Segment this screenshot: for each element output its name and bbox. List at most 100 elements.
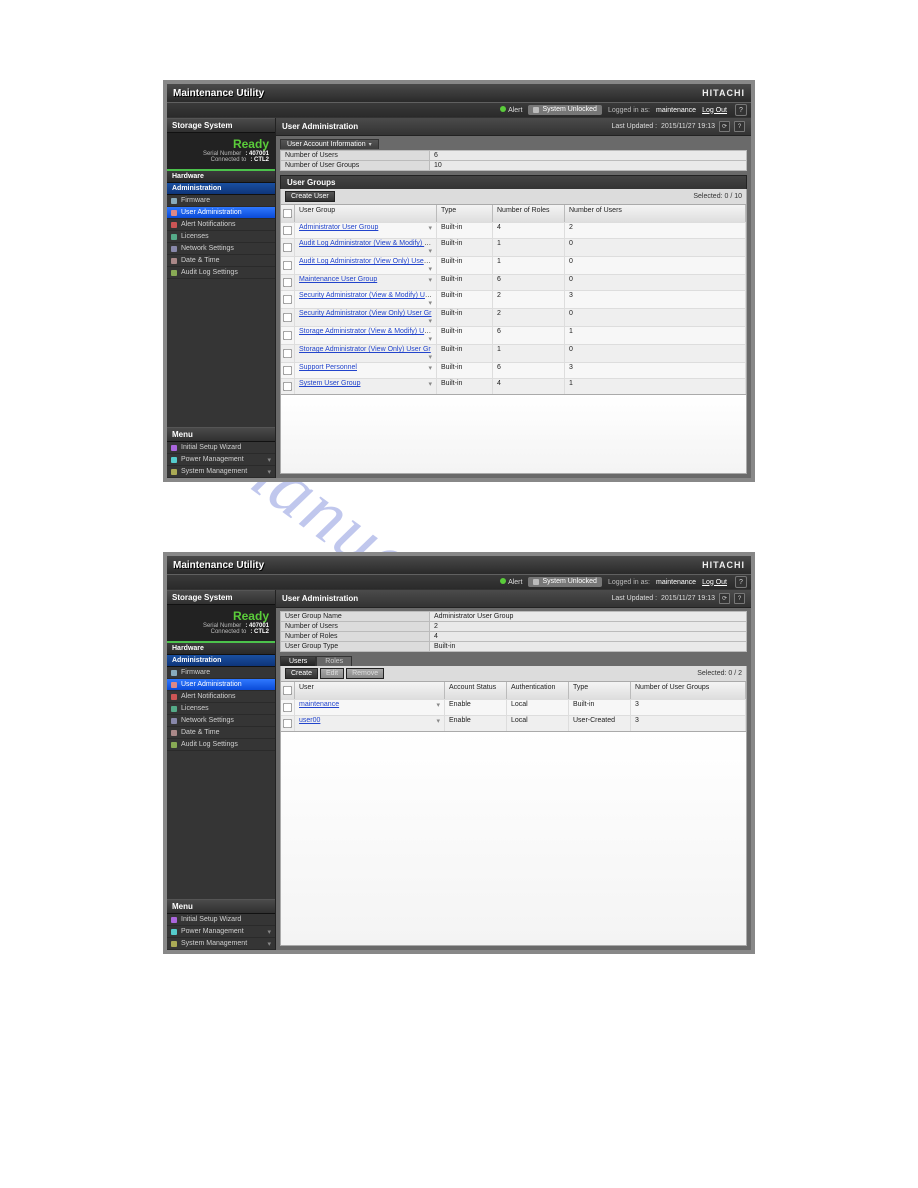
- logout-link[interactable]: Log Out: [702, 107, 727, 114]
- sidebar-item-user-administration[interactable]: User Administration: [167, 679, 275, 691]
- sidebar-item-network-settings[interactable]: Network Settings: [167, 715, 275, 727]
- table-row[interactable]: maintenance▾EnableLocalBuilt-in3: [281, 699, 746, 715]
- col-authentication[interactable]: Authentication: [507, 682, 569, 699]
- sidebar-item-audit-log-settings[interactable]: Audit Log Settings: [167, 739, 275, 751]
- row-checkbox[interactable]: [283, 261, 292, 270]
- row-menu-icon[interactable]: ▾: [428, 317, 432, 325]
- sidebar-item-alert-notifications[interactable]: Alert Notifications: [167, 219, 275, 231]
- sidebar-item-firmware[interactable]: Firmware: [167, 667, 275, 679]
- row-menu-icon[interactable]: ▾: [428, 380, 432, 388]
- row-menu-icon[interactable]: ▾: [428, 353, 432, 361]
- select-all-checkbox[interactable]: [283, 686, 292, 695]
- table-row[interactable]: System User Group▾Built-in41: [281, 378, 746, 394]
- col-type[interactable]: Type: [569, 682, 631, 699]
- user-group-link[interactable]: Security Administrator (View & Modify) U…: [299, 292, 435, 299]
- table-row[interactable]: Storage Administrator (View Only) User G…: [281, 344, 746, 362]
- col-roles[interactable]: Number of Roles: [493, 205, 565, 222]
- sidebar-item-alert-notifications[interactable]: Alert Notifications: [167, 691, 275, 703]
- sidebar-item-initial-setup-wizard[interactable]: Initial Setup Wizard: [167, 442, 275, 454]
- col-user-group[interactable]: User Group: [295, 205, 437, 222]
- administration-header[interactable]: Administration: [167, 183, 275, 195]
- user-group-link[interactable]: System User Group: [299, 380, 360, 387]
- sidebar-item-firmware[interactable]: Firmware: [167, 195, 275, 207]
- row-checkbox[interactable]: [283, 349, 292, 358]
- help-button-content[interactable]: ?: [734, 593, 745, 604]
- row-menu-icon[interactable]: ▾: [428, 364, 432, 372]
- sidebar-item-user-administration[interactable]: User Administration: [167, 207, 275, 219]
- user-group-link[interactable]: Audit Log Administrator (View & Modify) …: [299, 240, 433, 247]
- tab-users[interactable]: Users: [280, 656, 316, 666]
- remove-button[interactable]: Remove: [346, 668, 384, 679]
- table-row[interactable]: Maintenance User Group▾Built-in60: [281, 274, 746, 290]
- create-button[interactable]: Create: [285, 668, 318, 679]
- user-group-link[interactable]: Storage Administrator (View & Modify) Us…: [299, 328, 434, 335]
- alert-indicator[interactable]: Alert: [500, 578, 522, 586]
- user-group-link[interactable]: Security Administrator (View Only) User …: [299, 310, 432, 317]
- edit-button[interactable]: Edit: [320, 668, 344, 679]
- administration-header[interactable]: Administration: [167, 655, 275, 667]
- row-checkbox[interactable]: [283, 382, 292, 391]
- table-row[interactable]: Storage Administrator (View & Modify) Us…: [281, 326, 746, 344]
- sidebar-item-power-management[interactable]: Power Management▾: [167, 926, 275, 938]
- user-account-info-tab[interactable]: User Account Information▾: [280, 139, 379, 149]
- hardware-header[interactable]: Hardware: [167, 643, 275, 655]
- user-group-link[interactable]: Maintenance User Group: [299, 276, 377, 283]
- user-group-link[interactable]: Audit Log Administrator (View Only) User…: [299, 258, 433, 265]
- sidebar-item-power-management[interactable]: Power Management▾: [167, 454, 275, 466]
- create-user-button[interactable]: Create User: [285, 191, 335, 202]
- table-row[interactable]: Audit Log Administrator (View Only) User…: [281, 256, 746, 274]
- col-type[interactable]: Type: [437, 205, 493, 222]
- user-group-link[interactable]: Support Personnel: [299, 364, 357, 371]
- help-button[interactable]: ?: [735, 576, 747, 588]
- row-checkbox[interactable]: [283, 366, 292, 375]
- user-group-link[interactable]: Administrator User Group: [299, 224, 378, 231]
- row-checkbox[interactable]: [283, 331, 292, 340]
- col-users[interactable]: Number of Users: [565, 205, 746, 222]
- table-row[interactable]: Audit Log Administrator (View & Modify) …: [281, 238, 746, 256]
- col-num-groups[interactable]: Number of User Groups: [631, 682, 746, 699]
- sidebar-item-audit-log-settings[interactable]: Audit Log Settings: [167, 267, 275, 279]
- row-menu-icon[interactable]: ▾: [436, 701, 440, 709]
- sidebar-item-licenses[interactable]: Licenses: [167, 231, 275, 243]
- user-group-link[interactable]: Storage Administrator (View Only) User G…: [299, 346, 431, 353]
- row-menu-icon[interactable]: ▾: [428, 247, 432, 255]
- row-menu-icon[interactable]: ▾: [428, 265, 432, 273]
- refresh-button[interactable]: ⟳: [719, 121, 730, 132]
- logout-link[interactable]: Log Out: [702, 579, 727, 586]
- sidebar-item-date-time[interactable]: Date & Time: [167, 727, 275, 739]
- row-checkbox[interactable]: [283, 313, 292, 322]
- row-checkbox[interactable]: [283, 278, 292, 287]
- hardware-header[interactable]: Hardware: [167, 171, 275, 183]
- row-menu-icon[interactable]: ▾: [428, 335, 432, 343]
- select-all-checkbox[interactable]: [283, 209, 292, 218]
- sidebar-item-network-settings[interactable]: Network Settings: [167, 243, 275, 255]
- alert-indicator[interactable]: Alert: [500, 106, 522, 114]
- user-link[interactable]: maintenance: [299, 701, 339, 708]
- sidebar-item-system-management[interactable]: System Management▾: [167, 466, 275, 478]
- row-menu-icon[interactable]: ▾: [436, 717, 440, 725]
- table-row[interactable]: Support Personnel▾Built-in63: [281, 362, 746, 378]
- tab-roles[interactable]: Roles: [316, 656, 352, 666]
- table-row[interactable]: Administrator User Group▾Built-in42: [281, 222, 746, 238]
- help-button[interactable]: ?: [735, 104, 747, 116]
- help-button-content[interactable]: ?: [734, 121, 745, 132]
- refresh-button[interactable]: ⟳: [719, 593, 730, 604]
- table-row[interactable]: Security Administrator (View Only) User …: [281, 308, 746, 326]
- row-checkbox[interactable]: [283, 226, 292, 235]
- sidebar-item-date-time[interactable]: Date & Time: [167, 255, 275, 267]
- sidebar-item-licenses[interactable]: Licenses: [167, 703, 275, 715]
- row-checkbox[interactable]: [283, 295, 292, 304]
- row-checkbox[interactable]: [283, 703, 292, 712]
- table-row[interactable]: Security Administrator (View & Modify) U…: [281, 290, 746, 308]
- sidebar-item-initial-setup-wizard[interactable]: Initial Setup Wizard: [167, 914, 275, 926]
- row-checkbox[interactable]: [283, 719, 292, 728]
- row-menu-icon[interactable]: ▾: [428, 276, 432, 284]
- col-user[interactable]: User: [295, 682, 445, 699]
- user-link[interactable]: user00: [299, 717, 320, 724]
- col-account-status[interactable]: Account Status: [445, 682, 507, 699]
- sidebar-item-system-management[interactable]: System Management▾: [167, 938, 275, 950]
- row-menu-icon[interactable]: ▾: [428, 299, 432, 307]
- row-checkbox[interactable]: [283, 243, 292, 252]
- table-row[interactable]: user00▾EnableLocalUser-Created3: [281, 715, 746, 731]
- row-menu-icon[interactable]: ▾: [428, 224, 432, 232]
